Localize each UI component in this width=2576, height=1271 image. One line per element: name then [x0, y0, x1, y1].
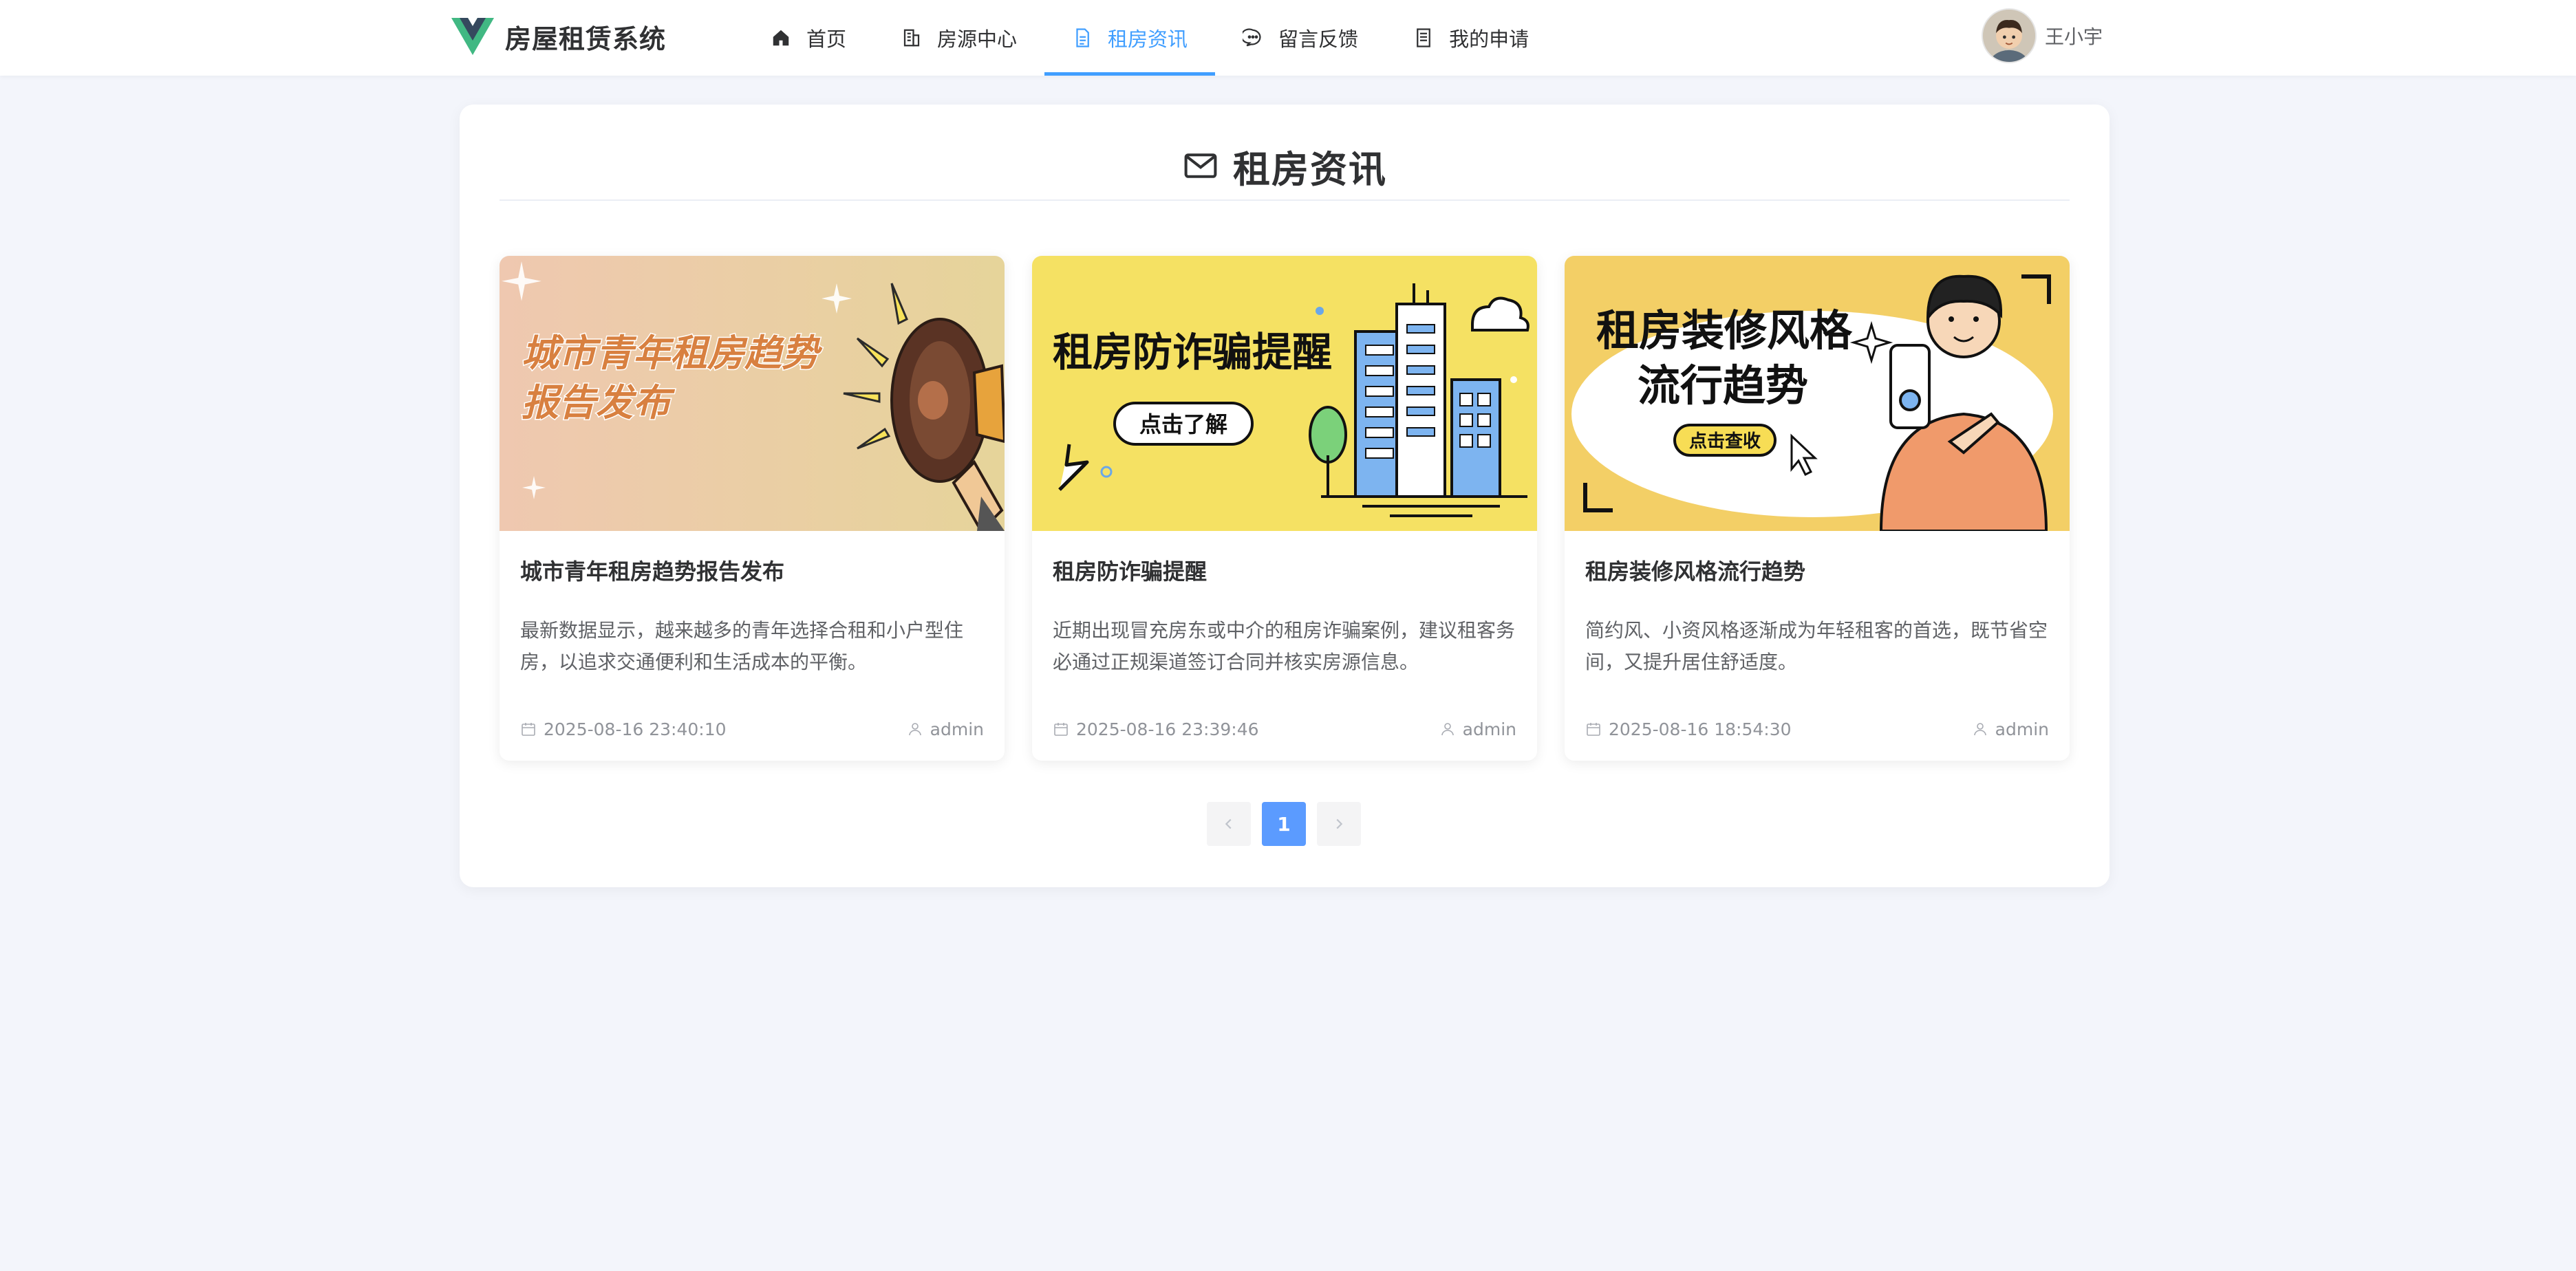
user-avatar-icon: [1982, 10, 2035, 62]
page-number-button[interactable]: 1: [1262, 802, 1306, 846]
mail-icon: [1184, 153, 1217, 178]
article-banner-image[interactable]: 租房装修风格 流行趋势 点击查收: [1565, 256, 2070, 531]
article-author: admin: [930, 719, 984, 739]
user-name: 王小宇: [2044, 25, 2103, 48]
nav-item-home[interactable]: 首页: [743, 0, 874, 76]
page-title: 租房资讯: [1233, 147, 1387, 191]
banner-headline: 城市青年租房趋势: [522, 332, 823, 375]
calendar-icon: [1054, 723, 1068, 736]
chevron-left-icon: [1225, 818, 1232, 829]
user-icon: [1441, 723, 1454, 736]
article-banner-image[interactable]: 城市青年租房趋势 报告发布: [500, 256, 1005, 531]
nav-item-label: 我的申请: [1449, 28, 1530, 51]
article-author: admin: [1462, 719, 1516, 739]
list-icon: [1417, 28, 1430, 47]
article-title[interactable]: 城市青年租房趋势报告发布: [520, 554, 784, 586]
article-date: 2025-08-16 23:39:46: [1076, 719, 1259, 739]
chat-icon: [1243, 28, 1261, 47]
nav-item-applications[interactable]: 我的申请: [1386, 0, 1556, 76]
article-title[interactable]: 租房防诈骗提醒: [1053, 554, 1207, 586]
article-banner-image[interactable]: 租房防诈骗提醒 点击了解: [1032, 256, 1537, 531]
user-icon: [908, 723, 921, 736]
article-card[interactable]: 租房装修风格 流行趋势 点击查收 租房装修风格流行趋势 简约风、小资风格逐渐成为…: [1565, 256, 2070, 761]
article-meta: 2025-08-16 23:39:46 admin: [1053, 717, 1516, 741]
banner-button: 点击了解: [1139, 411, 1227, 437]
banner-headline: 流行趋势: [1638, 360, 1808, 411]
nav-item-label: 租房资讯: [1108, 28, 1188, 51]
brand[interactable]: 房屋租赁系统: [451, 15, 666, 58]
article-title[interactable]: 租房装修风格流行趋势: [1585, 554, 1805, 586]
prev-page-button[interactable]: [1207, 802, 1251, 846]
article-date: 2025-08-16 23:40:10: [544, 719, 727, 739]
article-meta: 2025-08-16 23:40:10 admin: [520, 717, 984, 741]
article-card[interactable]: 租房防诈骗提醒 点击了解 租房防诈骗提醒 近期出现冒充房东或中介的租房诈骗案例，…: [1032, 256, 1537, 761]
article-author: admin: [1995, 719, 2049, 739]
brand-title: 房屋租赁系统: [505, 23, 667, 54]
calendar-icon: [1587, 723, 1600, 736]
home-icon: [773, 30, 789, 46]
pagination: 1: [1207, 802, 1372, 846]
article-card[interactable]: 城市青年租房趋势 报告发布 城市青年租房趋势报告发布 最新数据显示，越来越多的青…: [500, 256, 1005, 761]
banner-headline: 租房装修风格: [1596, 305, 1853, 356]
nav-item-news[interactable]: 租房资讯: [1044, 0, 1216, 76]
nav-item-feedback[interactable]: 留言反馈: [1215, 0, 1386, 76]
banner-headline: 报告发布: [522, 381, 676, 424]
article-meta: 2025-08-16 18:54:30 admin: [1585, 717, 2049, 741]
page-heading: 租房资讯: [500, 132, 2070, 201]
nav-item-label: 首页: [806, 28, 847, 51]
banner-button: 点击查收: [1689, 431, 1761, 452]
megaphone-banner: 城市青年租房趋势 报告发布: [500, 256, 1005, 531]
city-banner: 租房防诈骗提醒 点击了解: [1032, 256, 1537, 531]
top-header: 房屋租赁系统 首页 房源中心 租房资讯 留言反馈 我的申请 王小宇: [0, 0, 2576, 76]
user-menu[interactable]: 王小宇: [1981, 7, 2103, 65]
next-page-button[interactable]: [1317, 802, 1361, 846]
user-icon: [1973, 723, 1986, 736]
nav-item-listings[interactable]: 房源中心: [874, 0, 1044, 76]
document-icon: [1076, 28, 1089, 47]
building-icon: [903, 29, 920, 47]
chevron-right-icon: [1336, 818, 1343, 829]
nav-item-label: 房源中心: [937, 28, 1018, 51]
vue-logo-icon: [451, 18, 494, 55]
nav-item-label: 留言反馈: [1278, 28, 1359, 51]
avatar[interactable]: [1981, 8, 2037, 63]
article-summary: 简约风、小资风格逐渐成为年轻租客的首选，既节省空间，又提升居住舒适度。: [1585, 619, 2048, 673]
calendar-icon: [522, 723, 535, 736]
article-list: 城市青年租房趋势 报告发布 城市青年租房趋势报告发布 最新数据显示，越来越多的青…: [500, 256, 2070, 761]
article-summary: 最新数据显示，越来越多的青年选择合租和小户型住房，以追求交通便利和生活成本的平衡…: [520, 619, 964, 673]
decor-banner: 租房装修风格 流行趋势 点击查收: [1565, 256, 2070, 531]
main-nav: 首页 房源中心 租房资讯 留言反馈 我的申请: [743, 0, 1556, 76]
article-summary: 近期出现冒充房东或中介的租房诈骗案例，建议租客务必通过正规渠道签订合同并核实房源…: [1053, 619, 1516, 673]
banner-headline: 租房防诈骗提醒: [1053, 329, 1332, 376]
article-date: 2025-08-16 18:54:30: [1609, 719, 1792, 739]
news-panel: 租房资讯 城市青年租房趋势 报告发布 城市青年租房趋势报告发布 最新数据显示，越…: [460, 105, 2110, 887]
